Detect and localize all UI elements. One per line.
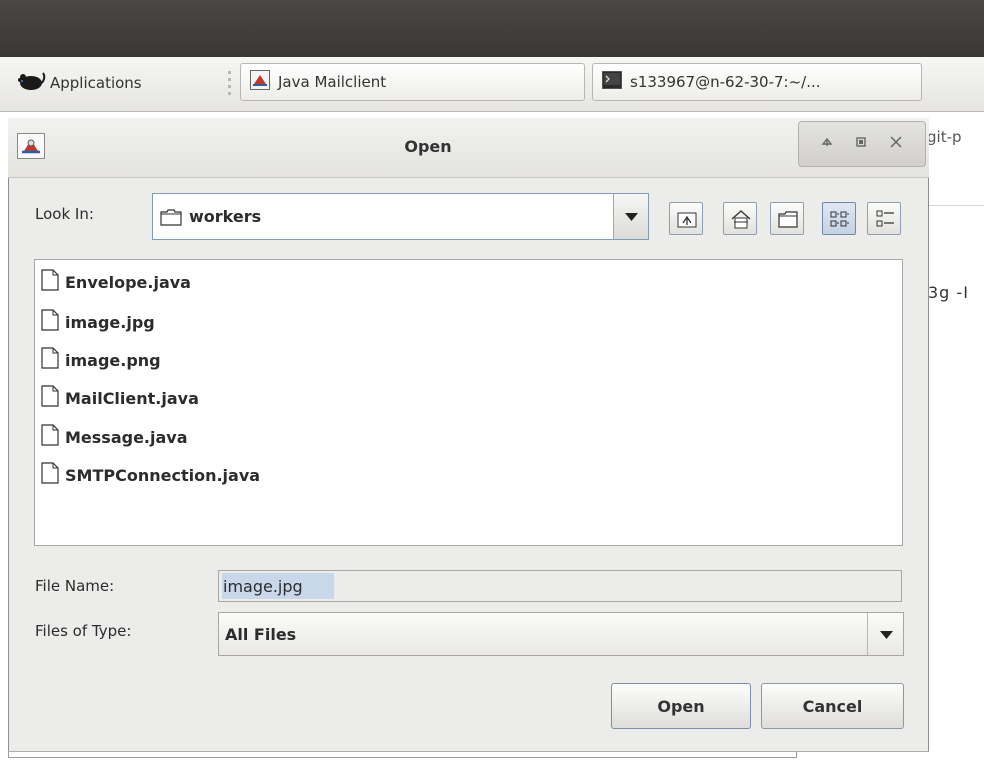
background-text-fragment: 3g -I bbox=[928, 283, 969, 302]
file-icon bbox=[41, 347, 59, 373]
window-controls bbox=[798, 121, 926, 167]
background-text-fragment: git-p bbox=[927, 128, 962, 146]
terminal-icon bbox=[602, 71, 622, 93]
files-of-type-dropdown-button[interactable] bbox=[867, 613, 903, 655]
java-app-icon bbox=[250, 70, 270, 94]
maximize-icon[interactable] bbox=[855, 136, 867, 152]
files-of-type-combo[interactable]: All Files bbox=[218, 612, 904, 656]
list-item[interactable]: SMTPConnection.java bbox=[41, 457, 260, 493]
file-icon bbox=[41, 385, 59, 411]
look-in-dropdown-button[interactable] bbox=[613, 194, 648, 239]
top-panel bbox=[0, 0, 984, 57]
details-view-button[interactable] bbox=[867, 202, 901, 235]
file-name: image.png bbox=[65, 350, 161, 370]
background-divider bbox=[926, 205, 984, 206]
list-item[interactable]: image.jpg bbox=[41, 304, 155, 340]
cancel-button[interactable]: Cancel bbox=[761, 683, 904, 729]
dialog-bottom-border bbox=[8, 751, 929, 752]
home-icon bbox=[724, 210, 758, 240]
file-icon bbox=[41, 309, 59, 335]
details-view-icon bbox=[868, 210, 902, 240]
file-name: SMTPConnection.java bbox=[65, 465, 261, 485]
chevron-up-icon[interactable] bbox=[821, 136, 833, 152]
applications-label: Applications bbox=[50, 74, 142, 92]
task-label: s133967@n-62-30-7:~/... bbox=[630, 73, 821, 91]
home-button[interactable] bbox=[723, 202, 757, 235]
taskbar-item-terminal[interactable]: s133967@n-62-30-7:~/... bbox=[592, 63, 922, 101]
file-icon bbox=[41, 269, 59, 295]
file-name-label: File Name: bbox=[35, 577, 115, 595]
list-item[interactable]: image.png bbox=[41, 342, 161, 378]
xfce-mouse-icon bbox=[16, 69, 46, 97]
file-icon bbox=[41, 424, 59, 450]
list-view-button[interactable] bbox=[822, 202, 856, 235]
look-in-value: workers bbox=[189, 207, 262, 226]
file-name-input[interactable] bbox=[218, 570, 902, 602]
applications-menu-button[interactable]: Applications bbox=[16, 68, 142, 98]
file-name: image.jpg bbox=[65, 312, 155, 332]
open-button[interactable]: Open bbox=[611, 683, 751, 729]
file-name: Envelope.java bbox=[65, 272, 191, 292]
file-icon bbox=[41, 462, 59, 488]
up-folder-icon bbox=[670, 212, 704, 240]
file-name: MailClient.java bbox=[65, 388, 199, 408]
list-item[interactable]: Message.java bbox=[41, 419, 188, 455]
list-item[interactable]: MailClient.java bbox=[41, 380, 199, 416]
files-of-type-label: Files of Type: bbox=[35, 622, 132, 640]
look-in-label: Look In: bbox=[35, 205, 94, 223]
list-view-icon bbox=[823, 211, 857, 240]
folder-icon bbox=[160, 209, 182, 230]
dialog-title: Open bbox=[404, 137, 452, 156]
up-one-level-button[interactable] bbox=[669, 202, 703, 235]
look-in-combo[interactable]: workers bbox=[152, 193, 649, 240]
taskbar-separator bbox=[226, 68, 234, 98]
list-item[interactable]: Envelope.java bbox=[41, 264, 191, 300]
taskbar-item-java-mailclient[interactable]: Java Mailclient bbox=[240, 63, 585, 101]
new-folder-icon bbox=[771, 211, 805, 240]
close-icon[interactable] bbox=[889, 135, 903, 153]
file-name: Message.java bbox=[65, 427, 188, 447]
task-label: Java Mailclient bbox=[278, 73, 387, 91]
files-of-type-value: All Files bbox=[225, 624, 297, 644]
create-new-folder-button[interactable] bbox=[770, 202, 804, 235]
chevron-down-icon bbox=[868, 631, 904, 659]
